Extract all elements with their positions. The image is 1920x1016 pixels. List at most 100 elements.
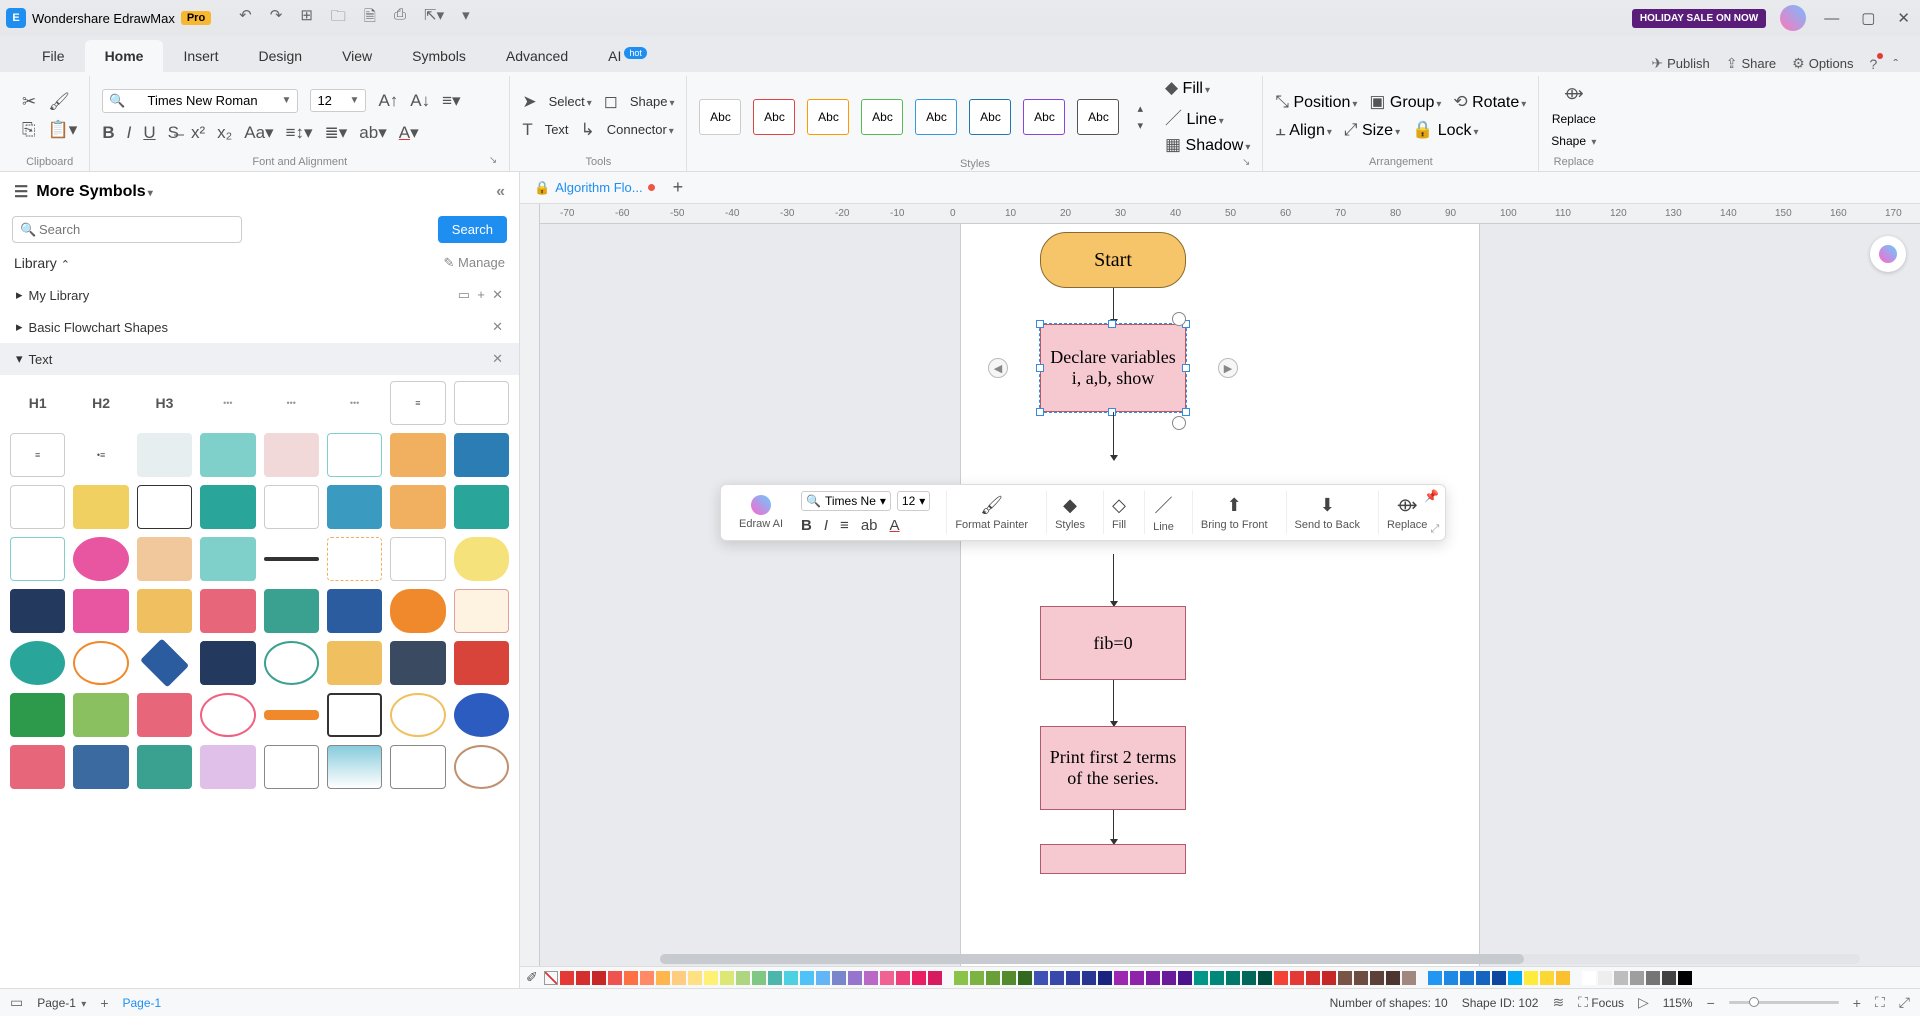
- fit-page-icon[interactable]: ⛶: [1875, 994, 1885, 1011]
- thumb[interactable]: [264, 485, 319, 529]
- font-family-select[interactable]: 🔍Times New Roman▼: [102, 89, 298, 113]
- color-swatch[interactable]: [608, 971, 622, 985]
- thumb[interactable]: [200, 485, 255, 529]
- flowchart-declare-selected[interactable]: Declare variables i, a,b, show: [1040, 324, 1186, 412]
- resize-handle[interactable]: [1182, 364, 1190, 372]
- color-swatch[interactable]: [560, 971, 574, 985]
- color-swatch[interactable]: [912, 971, 926, 985]
- align-button[interactable]: ⫠ Align▾: [1275, 120, 1331, 140]
- thumb[interactable]: [264, 745, 319, 789]
- page-list-icon[interactable]: ▭: [10, 994, 23, 1011]
- close-icon[interactable]: ✕: [1893, 9, 1914, 27]
- decrease-font-icon[interactable]: A↓: [410, 91, 430, 111]
- color-swatch[interactable]: [624, 971, 638, 985]
- thumb[interactable]: [137, 745, 192, 789]
- color-swatch[interactable]: [592, 971, 606, 985]
- color-swatch[interactable]: [1614, 971, 1628, 985]
- styles-dialog-launcher-icon[interactable]: ↘: [1242, 157, 1250, 168]
- color-swatch[interactable]: [1258, 971, 1272, 985]
- ctx-highlight-icon[interactable]: ab: [861, 517, 878, 534]
- strikethrough-icon[interactable]: S̶: [168, 123, 179, 143]
- color-swatch[interactable]: [1646, 971, 1660, 985]
- mylib-close-icon[interactable]: ✕: [492, 287, 503, 302]
- color-swatch[interactable]: [656, 971, 670, 985]
- thumb-h3[interactable]: H3: [137, 381, 192, 425]
- maximize-icon[interactable]: ▢: [1857, 9, 1879, 27]
- thumb[interactable]: [327, 537, 382, 581]
- cut-icon[interactable]: ✂: [22, 92, 36, 112]
- thumb[interactable]: [264, 641, 319, 685]
- connector-arrow[interactable]: [1113, 554, 1114, 606]
- text-button[interactable]: Text: [545, 122, 569, 137]
- color-swatch[interactable]: [1098, 971, 1112, 985]
- style-preset-1[interactable]: Abc: [753, 99, 795, 135]
- ctx-size-select[interactable]: 12 ▾: [897, 491, 930, 511]
- color-swatch[interactable]: [970, 971, 984, 985]
- ctx-bring-front-button[interactable]: Bring to Front: [1201, 519, 1268, 531]
- print-icon[interactable]: ⎙: [394, 6, 406, 31]
- color-swatch[interactable]: [1386, 971, 1400, 985]
- thumb[interactable]: [137, 589, 192, 633]
- minimize-icon[interactable]: —: [1820, 10, 1843, 27]
- thumb[interactable]: [73, 485, 128, 529]
- layers-icon[interactable]: ≋: [1552, 994, 1564, 1011]
- font-color-icon[interactable]: A▾: [399, 123, 419, 143]
- color-swatch[interactable]: [1082, 971, 1096, 985]
- lock-button[interactable]: 🔒 Lock▾: [1412, 120, 1478, 140]
- hamburger-icon[interactable]: ☰: [14, 182, 28, 202]
- color-swatch[interactable]: [954, 971, 968, 985]
- gallery-down-icon[interactable]: ▾: [1137, 119, 1143, 132]
- subscript-icon[interactable]: x₂: [217, 123, 232, 143]
- tab-design[interactable]: Design: [238, 40, 322, 72]
- redo-icon[interactable]: ↷: [270, 6, 283, 31]
- connector-button[interactable]: Connector▾: [607, 122, 674, 137]
- expand-icon[interactable]: ⤢: [1431, 523, 1440, 536]
- resize-handle[interactable]: [1036, 364, 1044, 372]
- connector-arrow[interactable]: [1113, 810, 1114, 844]
- thumb[interactable]: [200, 745, 255, 789]
- color-swatch[interactable]: [1146, 971, 1160, 985]
- thumb[interactable]: [327, 641, 382, 685]
- thumb[interactable]: [10, 745, 65, 789]
- color-swatch[interactable]: [848, 971, 862, 985]
- style-preset-6[interactable]: Abc: [1023, 99, 1065, 135]
- ctx-italic-icon[interactable]: I: [824, 517, 828, 534]
- color-swatch[interactable]: [1678, 971, 1692, 985]
- zoom-value[interactable]: 115%: [1663, 996, 1693, 1010]
- flowchart-start[interactable]: Start: [1040, 232, 1186, 288]
- text-close-icon[interactable]: ✕: [492, 351, 503, 367]
- qa-more-icon[interactable]: ▾: [462, 6, 470, 31]
- flowchart-fib[interactable]: fib=0: [1040, 606, 1186, 680]
- thumb[interactable]: [454, 693, 509, 737]
- color-swatch[interactable]: [736, 971, 750, 985]
- thumb[interactable]: [454, 485, 509, 529]
- presentation-icon[interactable]: ▷: [1638, 994, 1649, 1011]
- symbols-panel-title[interactable]: More Symbols▾: [36, 183, 152, 201]
- style-preset-5[interactable]: Abc: [969, 99, 1011, 135]
- thumb[interactable]: [390, 433, 445, 477]
- symbol-search-button[interactable]: Search: [438, 216, 507, 243]
- edraw-ai-button[interactable]: Edraw AI: [739, 518, 783, 530]
- shadow-button[interactable]: ▦ Shadow▾: [1165, 135, 1250, 155]
- tab-advanced[interactable]: Advanced: [486, 40, 588, 72]
- thumb[interactable]: •≡: [73, 433, 128, 477]
- zoom-in-icon[interactable]: +: [1853, 995, 1861, 1011]
- connector-arrow[interactable]: [1113, 680, 1114, 726]
- document-tab[interactable]: 🔒 Algorithm Flo...: [524, 175, 665, 201]
- publish-button[interactable]: ✈Publish: [1651, 55, 1709, 72]
- color-swatch[interactable]: [1582, 971, 1596, 985]
- thumb[interactable]: [327, 485, 382, 529]
- replace-shape-icon[interactable]: ⟴: [1564, 84, 1584, 104]
- color-swatch[interactable]: [768, 971, 782, 985]
- rotate-handle[interactable]: [1172, 416, 1186, 430]
- thumb[interactable]: [264, 710, 319, 720]
- resize-handle[interactable]: [1108, 320, 1116, 328]
- ctx-line-button[interactable]: Line: [1153, 521, 1174, 533]
- add-tab-icon[interactable]: +: [673, 177, 684, 198]
- color-swatch[interactable]: [1306, 971, 1320, 985]
- style-preset-7[interactable]: Abc: [1077, 99, 1119, 135]
- thumb[interactable]: [140, 638, 189, 687]
- superscript-icon[interactable]: x²: [191, 123, 205, 143]
- thumb-h2[interactable]: H2: [73, 381, 128, 425]
- ctx-fill-button[interactable]: Fill: [1112, 519, 1126, 531]
